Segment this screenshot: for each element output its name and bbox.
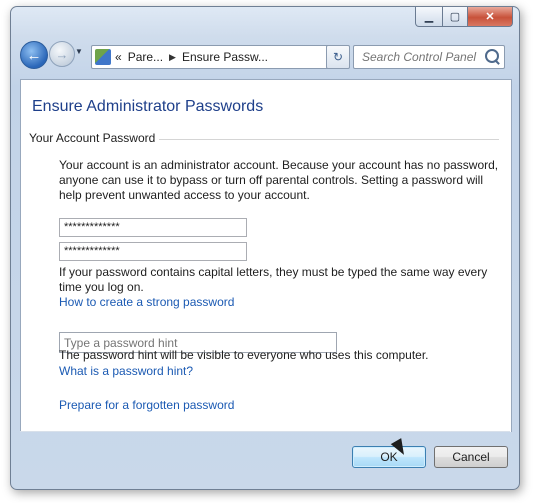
dialog-window: ▁ ▢ ✕ ← → ▼ « Pare... ▶ Ensure Passw... … [10, 6, 520, 490]
password-hint-link[interactable]: What is a password hint? [59, 364, 193, 378]
search-box[interactable] [353, 45, 505, 69]
hint-note: The password hint will be visible to eve… [59, 348, 429, 362]
new-password-field[interactable]: ************* [59, 218, 247, 237]
search-input[interactable] [360, 49, 482, 65]
forward-arrow-icon[interactable]: → [49, 41, 75, 67]
recent-pages-chevron-down-icon[interactable]: ▼ [75, 47, 85, 59]
breadcrumb-overflow[interactable]: « [115, 50, 122, 64]
caption-buttons: ▁ ▢ ✕ [415, 7, 513, 27]
intro-text: Your account is an administrator account… [59, 158, 499, 202]
breadcrumb-separator-icon[interactable]: ▶ [169, 52, 176, 63]
strong-password-link[interactable]: How to create a strong password [59, 295, 234, 309]
case-note: If your password contains capital letter… [59, 265, 488, 294]
dialog-footer: OK Cancel [20, 431, 510, 484]
page-title: Ensure Administrator Passwords [32, 98, 264, 115]
forgotten-password-link[interactable]: Prepare for a forgotten password [59, 398, 234, 412]
refresh-icon[interactable]: ↻ [326, 45, 350, 69]
minimize-button[interactable]: ▁ [415, 7, 443, 27]
control-panel-icon [95, 49, 111, 65]
content-pane: Ensure Administrator Passwords Your Acco… [20, 79, 512, 432]
maximize-button[interactable]: ▢ [443, 7, 468, 27]
close-button[interactable]: ✕ [468, 7, 513, 27]
ok-button[interactable]: OK [352, 446, 426, 468]
group-title: Your Account Password [29, 131, 160, 145]
breadcrumb-parent[interactable]: Pare... [128, 50, 163, 64]
confirm-password-field[interactable]: ************* [59, 242, 247, 261]
breadcrumb-current[interactable]: Ensure Passw... [182, 50, 268, 64]
cancel-button[interactable]: Cancel [434, 446, 508, 468]
address-bar[interactable]: « Pare... ▶ Ensure Passw... ▼ [91, 45, 349, 69]
back-arrow-icon[interactable]: ← [20, 41, 48, 69]
search-icon[interactable] [485, 49, 499, 63]
